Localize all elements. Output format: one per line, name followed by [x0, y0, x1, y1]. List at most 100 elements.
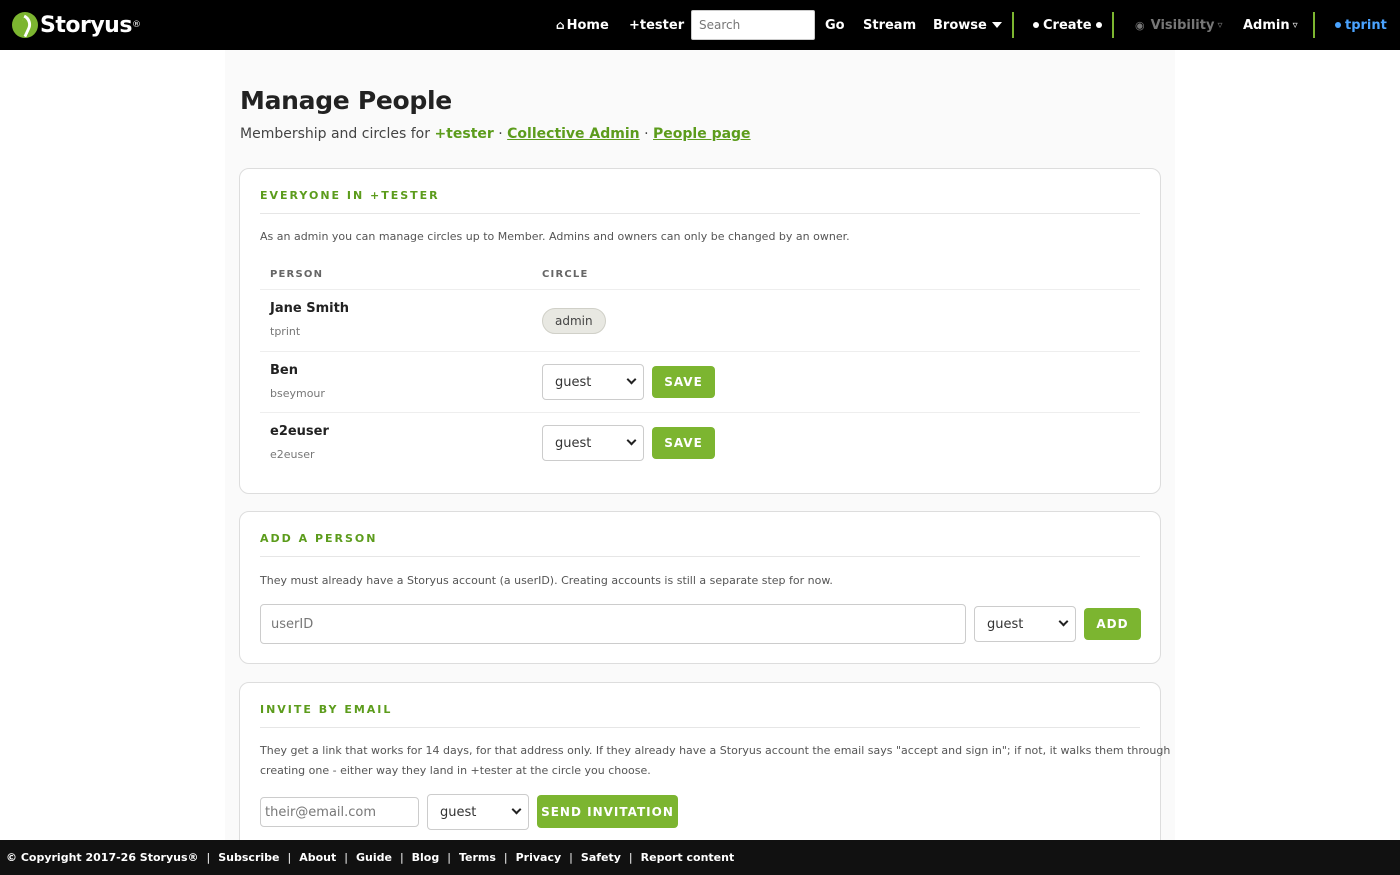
circle-select-value: guest	[555, 435, 592, 451]
nav-divider	[1313, 12, 1315, 38]
add-person-description: They must already have a Storyus account…	[260, 574, 833, 587]
column-header-person: PERSON	[270, 269, 324, 280]
footer: © Copyright 2017-26 Storyus® | Subscribe…	[0, 840, 1400, 875]
logo-registered-mark: ®	[131, 20, 141, 30]
everyone-description: As an admin you can manage circles up to…	[260, 230, 850, 243]
subtitle-separator: ·	[493, 126, 508, 142]
home-icon: ⌂	[556, 18, 565, 32]
divider	[260, 289, 1140, 290]
subtitle-separator: ·	[639, 126, 653, 142]
footer-link-blog[interactable]: Blog	[412, 851, 440, 864]
bullet-icon	[1095, 22, 1102, 28]
column-header-circle: CIRCLE	[542, 269, 589, 280]
person-name: Jane Smith	[270, 301, 350, 316]
divider	[260, 351, 1140, 352]
userid-input[interactable]	[260, 604, 966, 644]
nav-browse-label: Browse	[933, 17, 987, 33]
send-invitation-button[interactable]: SEND INVITATION	[537, 795, 678, 828]
nav-admin[interactable]: Admin ▿	[1243, 0, 1298, 50]
logo-text: Storyus	[40, 12, 132, 38]
nav-user-account[interactable]: tprint	[1335, 0, 1387, 50]
status-dot-icon	[1335, 22, 1341, 28]
footer-separator: |	[344, 851, 348, 864]
person-name: e2euser	[270, 424, 329, 439]
search-input[interactable]	[691, 10, 815, 40]
everyone-card: EVERYONE IN +TESTER As an admin you can …	[239, 168, 1161, 494]
triangle-down-icon: ▿	[1217, 19, 1223, 31]
page-subtitle: Membership and circles for +tester · Col…	[240, 126, 751, 142]
footer-link-subscribe[interactable]: Subscribe	[218, 851, 279, 864]
nav-home-label: Home	[566, 17, 609, 33]
chevron-down-icon	[511, 804, 522, 815]
person-name: Ben	[270, 363, 298, 378]
eye-icon: ◉	[1135, 18, 1145, 32]
footer-link-privacy[interactable]: Privacy	[516, 851, 562, 864]
add-person-heading: ADD A PERSON	[260, 532, 378, 545]
chevron-down-icon	[1058, 616, 1069, 627]
save-button[interactable]: SAVE	[652, 366, 715, 398]
email-input[interactable]	[260, 797, 419, 827]
nav-stream[interactable]: Stream	[863, 0, 916, 50]
chevron-down-icon	[626, 374, 637, 385]
person-username: e2euser	[270, 448, 315, 461]
nav-create[interactable]: Create	[1033, 0, 1106, 50]
triangle-down-icon: ▿	[1292, 19, 1298, 31]
circle-badge: admin	[542, 308, 606, 334]
footer-separator: |	[569, 851, 573, 864]
nav-browse[interactable]: Browse	[933, 0, 1002, 50]
invite-description-line: They get a link that works for 14 days, …	[260, 744, 1171, 757]
person-username: tprint	[270, 325, 301, 338]
people-page-link[interactable]: People page	[653, 126, 751, 142]
storyus-logo[interactable]: Storyus ®	[12, 11, 141, 39]
footer-link-safety[interactable]: Safety	[581, 851, 621, 864]
subtitle-prefix: Membership and circles for	[240, 126, 435, 142]
circle-select[interactable]: guest	[542, 364, 644, 400]
page-title: Manage People	[240, 86, 452, 115]
person-username: bseymour	[270, 387, 325, 400]
invite-description-line: creating one - either way they land in +…	[260, 764, 651, 777]
chevron-down-icon	[626, 435, 637, 446]
divider	[260, 556, 1140, 557]
everyone-heading: EVERYONE IN +TESTER	[260, 189, 440, 202]
footer-separator: |	[206, 851, 211, 864]
subtitle-group: +tester	[434, 126, 494, 142]
footer-copyright: © Copyright 2017-26 Storyus®	[6, 851, 199, 864]
nav-divider	[1112, 12, 1114, 38]
top-nav-bar: Storyus® ⌂Home +tester Go Stream Browse …	[0, 0, 1400, 50]
circle-select[interactable]: guest	[542, 425, 644, 461]
footer-separator: |	[628, 851, 633, 864]
divider	[260, 727, 1140, 728]
nav-divider	[1012, 12, 1014, 38]
invite-circle-select[interactable]: guest	[427, 794, 529, 830]
nav-create-label: Create	[1043, 17, 1092, 33]
footer-link-terms[interactable]: Terms	[459, 851, 496, 864]
footer-link-report-content[interactable]: Report content	[641, 851, 735, 864]
footer-separator: |	[399, 851, 404, 864]
footer-separator: |	[447, 851, 451, 864]
circle-select-value: guest	[555, 374, 592, 390]
add-circle-select[interactable]: guest	[974, 606, 1076, 642]
save-button[interactable]: SAVE	[652, 427, 715, 459]
footer-separator: |	[287, 851, 292, 864]
footer-link-about[interactable]: About	[299, 851, 336, 864]
collective-admin-link[interactable]: Collective Admin	[507, 126, 639, 142]
invite-card: INVITE BY EMAIL They get a link that wor…	[239, 682, 1170, 852]
caret-down-icon	[991, 22, 1002, 28]
circle-select-value: guest	[987, 616, 1024, 632]
invite-heading: INVITE BY EMAIL	[260, 703, 393, 716]
footer-link-guide[interactable]: Guide	[356, 851, 392, 864]
bullet-icon	[1033, 22, 1039, 28]
nav-visibility-label: Visibility	[1150, 17, 1215, 33]
divider	[260, 412, 1140, 413]
nav-home[interactable]: ⌂ Home	[556, 0, 609, 50]
nav-user-label: tprint	[1345, 17, 1387, 33]
nav-visibility[interactable]: ◉ Visibility ▿	[1135, 0, 1223, 50]
invite-description: They get a link that works for 14 days, …	[260, 741, 1170, 781]
search-go-button[interactable]: Go	[825, 0, 845, 50]
footer-separator: |	[503, 851, 508, 864]
storyus-logo-icon	[12, 12, 38, 38]
add-person-card: ADD A PERSON They must already have a St…	[239, 511, 1161, 664]
nav-admin-label: Admin	[1243, 17, 1290, 33]
nav-collective-tester[interactable]: +tester	[629, 0, 684, 50]
add-button[interactable]: ADD	[1084, 608, 1141, 640]
